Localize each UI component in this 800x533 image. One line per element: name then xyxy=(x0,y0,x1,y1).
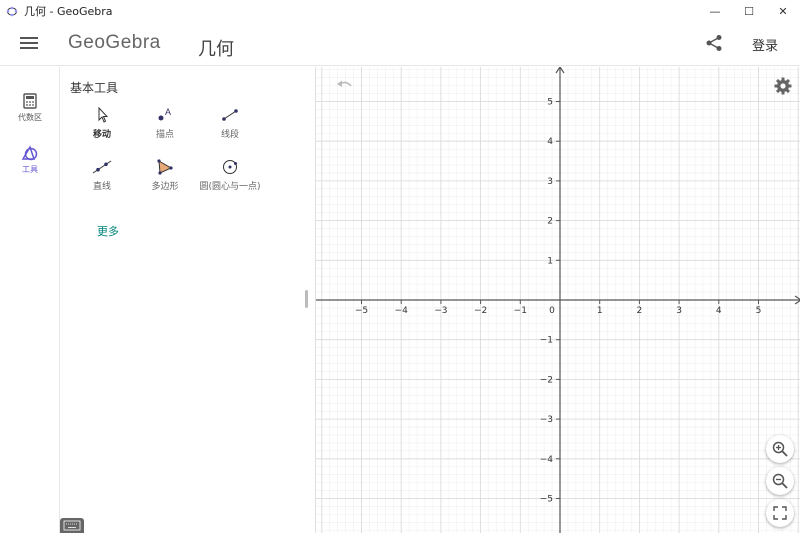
minimize-button[interactable]: — xyxy=(698,0,732,22)
x-tick-label: 2 xyxy=(637,306,643,316)
point-icon: A xyxy=(158,107,171,121)
window-titlebar: 几何 - GeoGebra — ☐ ✕ xyxy=(0,0,800,22)
y-tick-label: 1 xyxy=(547,256,553,266)
y-tick-label: 5 xyxy=(547,98,553,108)
tool-segment[interactable]: 线段 xyxy=(200,107,260,140)
tool-circle[interactable]: 圆(圆心与一点) xyxy=(190,159,270,192)
coordinate-grid[interactable]: −5−4−3−2−1012345654321−1−2−3−4−5−6 xyxy=(316,67,800,533)
graphics-view[interactable]: −5−4−3−2−1012345654321−1−2−3−4−5−6 xyxy=(315,67,800,533)
circle-icon xyxy=(223,160,237,174)
y-tick-label: 3 xyxy=(547,177,553,187)
close-button[interactable]: ✕ xyxy=(766,0,800,22)
x-tick-label: −3 xyxy=(434,306,447,316)
tool-label: 多边形 xyxy=(151,182,179,192)
rail-item-tools[interactable]: 工具 xyxy=(0,145,60,175)
tool-move[interactable]: 移动 xyxy=(72,107,132,140)
tools-icon xyxy=(21,145,38,161)
tools-panel-title: 基本工具 xyxy=(70,81,119,95)
x-tick-label: −4 xyxy=(395,306,409,316)
svg-text:A: A xyxy=(165,107,171,117)
rail-item-algebra[interactable]: 代数区 xyxy=(0,93,60,123)
settings-icon[interactable] xyxy=(774,77,792,95)
app-header: GeoGebra 几何 登录 xyxy=(0,22,800,66)
line-icon xyxy=(92,160,112,174)
segment-icon xyxy=(222,109,238,121)
geogebra-app-icon xyxy=(6,6,18,17)
x-tick-label: 1 xyxy=(597,306,603,316)
x-tick-label: −1 xyxy=(514,306,527,316)
x-tick-label: 3 xyxy=(676,306,682,316)
y-tick-label: 6 xyxy=(547,67,553,68)
keyboard-icon[interactable] xyxy=(60,518,84,533)
app-name: 几何 xyxy=(198,39,234,60)
y-tick-label: −1 xyxy=(540,336,553,346)
tool-label: 线段 xyxy=(220,130,239,140)
tool-line[interactable]: 直线 xyxy=(72,159,132,192)
tool-label: 移动 xyxy=(92,130,111,140)
zoom-out-icon xyxy=(772,473,788,489)
x-tick-label: 0 xyxy=(549,306,555,316)
zoom-out-button[interactable] xyxy=(766,467,794,495)
y-tick-label: 4 xyxy=(547,137,553,147)
x-tick-label: −2 xyxy=(474,306,487,316)
geogebra-logo: GeoGebra xyxy=(68,32,161,53)
undo-icon[interactable] xyxy=(336,79,354,91)
y-tick-label: −5 xyxy=(540,495,553,505)
left-rail: 代数区 工具 xyxy=(0,67,60,533)
panel-resize-handle[interactable] xyxy=(305,290,308,308)
login-button[interactable]: 登录 xyxy=(752,35,778,54)
menu-icon[interactable] xyxy=(20,34,38,52)
y-tick-label: 2 xyxy=(547,217,553,227)
tool-label: 描点 xyxy=(155,130,174,140)
fullscreen-button[interactable] xyxy=(766,499,794,527)
tool-polygon[interactable]: 多边形 xyxy=(135,159,195,192)
tools-panel: 基本工具 移动 A 描点 线段 直线 多边形 圆(圆心与一点) 更多 xyxy=(60,67,315,533)
x-tick-label: 4 xyxy=(716,306,722,316)
y-tick-label: −3 xyxy=(540,415,553,425)
tool-point[interactable]: A 描点 xyxy=(135,107,195,140)
y-tick-label: −2 xyxy=(540,375,553,385)
tool-label: 圆(圆心与一点) xyxy=(199,182,261,192)
maximize-button[interactable]: ☐ xyxy=(732,0,766,22)
zoom-in-button[interactable] xyxy=(766,435,794,463)
x-tick-label: 5 xyxy=(756,306,762,316)
fullscreen-icon xyxy=(773,506,787,520)
x-tick-label: −5 xyxy=(355,306,368,316)
rail-item-label: 代数区 xyxy=(18,113,42,122)
rail-item-label: 工具 xyxy=(22,165,38,174)
zoom-in-icon xyxy=(772,441,788,457)
share-icon[interactable] xyxy=(705,34,723,52)
polygon-icon xyxy=(157,159,173,175)
calculator-icon xyxy=(23,93,37,109)
more-tools-link[interactable]: 更多 xyxy=(97,223,119,239)
y-tick-label: −4 xyxy=(540,455,554,465)
window-title: 几何 - GeoGebra xyxy=(24,5,113,18)
move-icon xyxy=(98,107,109,123)
tool-label: 直线 xyxy=(92,182,111,192)
